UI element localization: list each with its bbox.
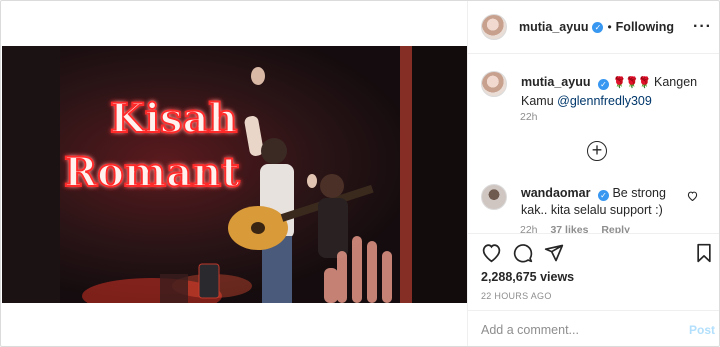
comment-text-block: wandaomar ✓ Be strong kak.. kita selalu …: [521, 185, 691, 219]
commenter-username[interactable]: wandaomar: [521, 186, 590, 200]
post-actions: 2,288,675 views 22 HOURS AGO: [468, 233, 719, 305]
share-icon[interactable]: [544, 243, 564, 263]
commenter-avatar[interactable]: [481, 184, 507, 210]
view-count[interactable]: 2,288,675 views: [481, 270, 574, 284]
verified-badge-icon: ✓: [592, 21, 604, 33]
audience-phone: [198, 263, 220, 299]
post-comment-button[interactable]: Post: [689, 323, 715, 337]
author-avatar[interactable]: [481, 14, 507, 40]
comment-icon[interactable]: [513, 243, 533, 263]
caption-time: 22h: [520, 111, 538, 123]
post-side-panel: mutia_ayuu ✓ • Following ··· mutia_ayuu …: [467, 1, 719, 346]
rose-emojis-icon: 🌹🌹🌹: [612, 77, 651, 89]
post-frame: Kisah Romant mutia_ayuu ✓ • Following ··…: [0, 0, 720, 347]
following-button[interactable]: Following: [616, 20, 674, 34]
neon-sign-line1: Kisah: [110, 95, 237, 142]
bookmark-icon[interactable]: [695, 243, 713, 263]
load-more-comments-icon[interactable]: +: [587, 141, 607, 161]
comment-time: 22h: [520, 224, 538, 233]
add-comment-bar: Add a comment... Post: [468, 310, 719, 346]
comment-likes[interactable]: 37 likes: [550, 224, 588, 233]
neon-sign-line2: Romant: [64, 149, 240, 196]
more-options-icon[interactable]: ···: [693, 18, 712, 36]
comment-meta: 22h 37 likes Reply: [520, 224, 719, 233]
caption-username[interactable]: mutia_ayuu: [521, 75, 590, 89]
heart-icon[interactable]: [481, 243, 502, 263]
comment-reply-button[interactable]: Reply: [601, 224, 630, 233]
caption-author-avatar[interactable]: [481, 71, 507, 97]
comment-like-heart-icon[interactable]: [687, 191, 698, 201]
post-header: mutia_ayuu ✓ • Following ···: [468, 1, 719, 54]
post-timestamp: 22 HOURS AGO: [481, 291, 552, 301]
post-video[interactable]: Kisah Romant: [2, 46, 467, 303]
comment-input[interactable]: Add a comment...: [481, 323, 579, 337]
concert-scene: Kisah Romant: [2, 46, 467, 303]
verified-badge-icon: ✓: [597, 79, 609, 90]
separator-dot: •: [607, 20, 612, 34]
media-bottom-space: [2, 303, 467, 346]
verified-badge-icon: ✓: [597, 190, 609, 201]
caption-text-block: mutia_ayuu ✓ 🌹🌹🌹 Kangen Kamu @glennfredl…: [521, 73, 711, 110]
caption-mention[interactable]: @glennfredly309: [557, 94, 652, 108]
author-username[interactable]: mutia_ayuu: [519, 20, 588, 34]
